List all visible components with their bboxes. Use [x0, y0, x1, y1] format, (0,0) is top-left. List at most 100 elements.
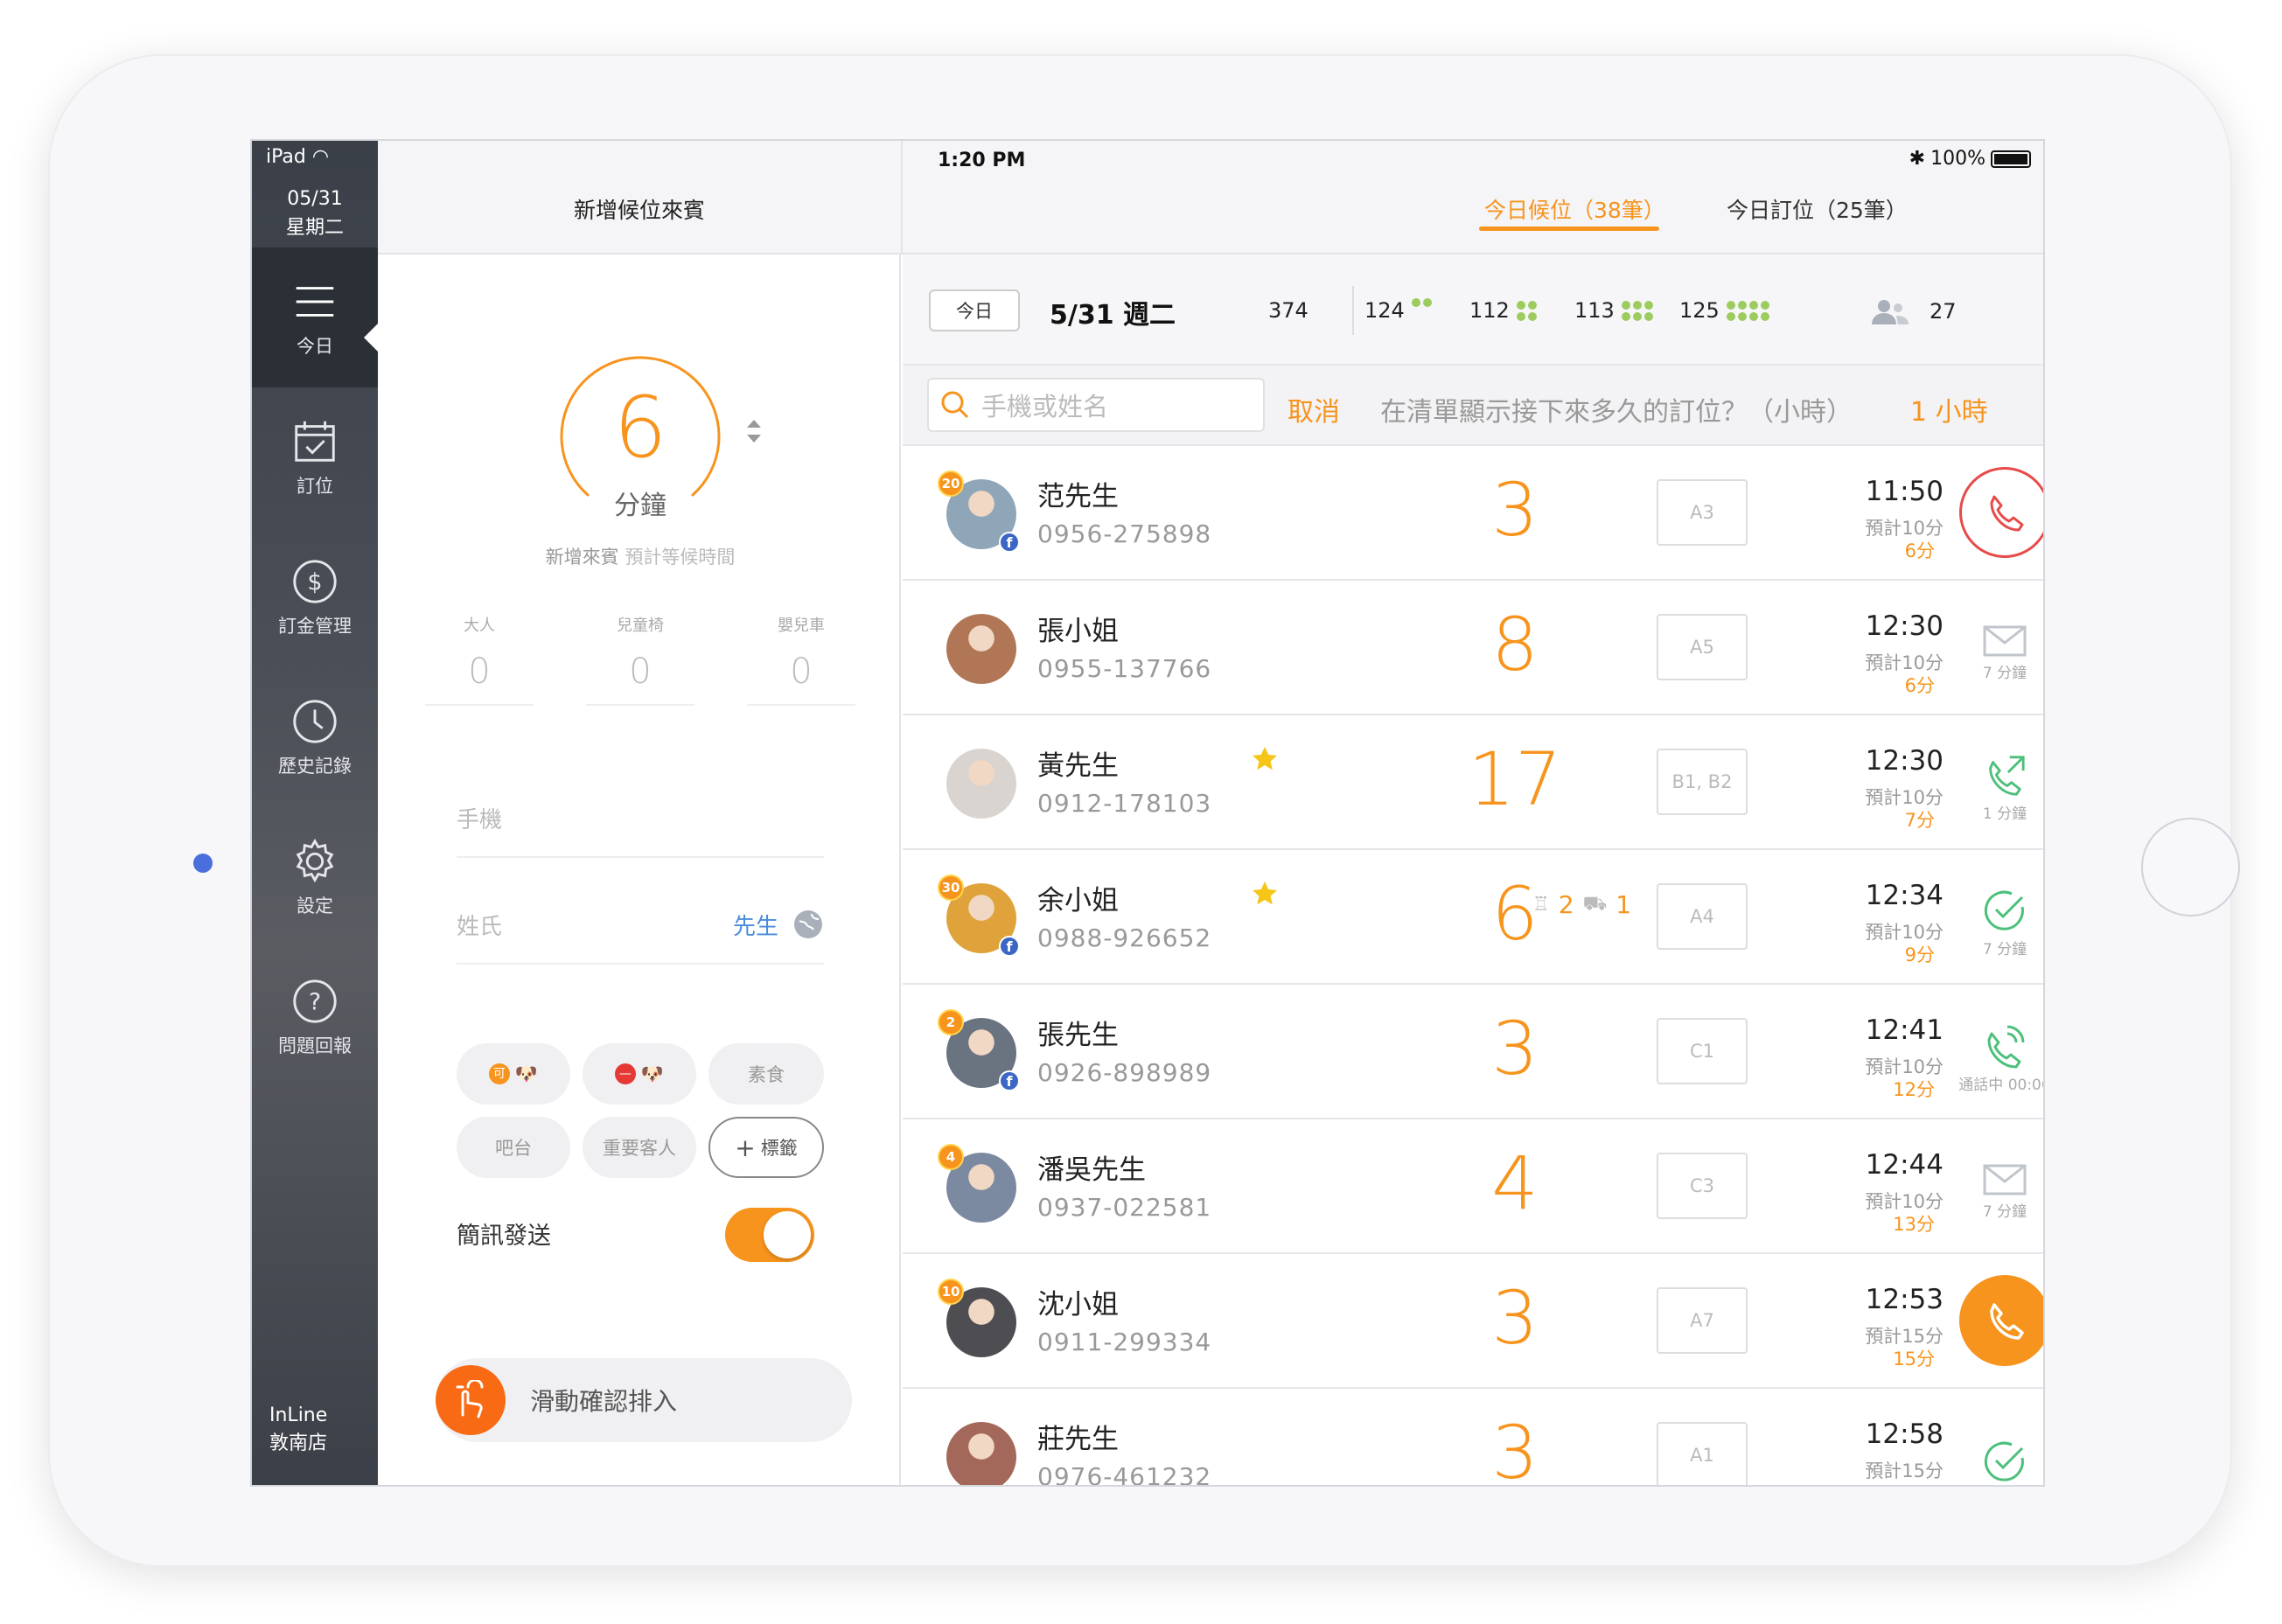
brand-name: InLine: [269, 1404, 328, 1426]
sidebar-item-label: 設定: [297, 896, 333, 917]
table-row[interactable]: 黃先生 0912-178103 17 B1, B2 12:30 預計10分 7分 1 分鐘: [903, 715, 2043, 850]
counter-value[interactable]: 0: [586, 652, 694, 706]
sidebar-item-reservation[interactable]: 訂位: [252, 387, 378, 527]
check-action-button[interactable]: [1957, 1413, 2043, 1485]
table-assignment[interactable]: C1: [1657, 1018, 1748, 1084]
facebook-icon: f: [999, 1070, 1020, 1091]
mail-action-button[interactable]: 7 分鐘: [1957, 605, 2043, 701]
phone-icon: [1990, 1303, 2024, 1340]
table-row[interactable]: 30 f 余小姐 0988-926652 6 ♖ 2 ⛟ 1 A4 12:34 預計10分 9分 7 分鐘: [903, 850, 2043, 985]
hand-swipe-icon: [456, 1380, 484, 1418]
mail-action-button[interactable]: 7 分鐘: [1957, 1144, 2043, 1240]
dog-icon: 🐶: [514, 1063, 539, 1084]
check-action-button[interactable]: 7 分鐘: [1957, 875, 2043, 971]
table-assignment[interactable]: A7: [1657, 1287, 1748, 1354]
sidebar-item-deposit[interactable]: $ 訂金管理: [252, 527, 378, 667]
party-size: 17: [1468, 736, 1562, 822]
table-row[interactable]: 張小姐 0955-137766 8 A5 12:30 預計10分 6分 7 分鐘: [903, 581, 2043, 715]
fill-action-button[interactable]: [1959, 1275, 2043, 1366]
home-button[interactable]: [2141, 818, 2240, 917]
table-row[interactable]: 20 f 范先生 0956-275898 3 A3 11:50 預計10分 6分: [903, 446, 2043, 581]
slide-to-confirm[interactable]: 滑動確認排入: [436, 1358, 852, 1442]
estimated-wait: 預計15分: [1865, 1460, 1944, 1481]
high-chair-icon: ♖: [1532, 894, 1550, 916]
dog-icon: 🐶: [640, 1063, 665, 1084]
stepper-arrows-icon[interactable]: [743, 414, 764, 449]
adult-counter[interactable]: 大人 0: [425, 613, 534, 706]
sidebar-item-settings[interactable]: 設定: [252, 807, 378, 947]
counter-value[interactable]: 0: [747, 652, 855, 706]
arrival-time: 12:53: [1865, 1284, 1944, 1315]
title-selector[interactable]: 先生: [733, 909, 778, 941]
sidebar-item-history[interactable]: 歷史記錄: [252, 667, 378, 807]
table-assignment[interactable]: A1: [1657, 1422, 1748, 1485]
stat-value: 27: [1930, 299, 1957, 324]
calling-icon: [1987, 1025, 2025, 1068]
stat-8-person: 125: [1679, 298, 1769, 323]
action-status: 7 分鐘: [1982, 664, 2027, 682]
divider: [1352, 286, 1354, 335]
tag-bar[interactable]: 吧台: [457, 1117, 570, 1178]
arrival-time: 12:58: [1865, 1418, 1944, 1450]
child-chair-counter[interactable]: 兒童椅 0: [586, 613, 694, 706]
slide-handle[interactable]: [436, 1365, 506, 1435]
arrival-time: 12:44: [1865, 1149, 1944, 1181]
guest-phone: 0912-178103: [1037, 789, 1212, 818]
waited-time: 9分: [1904, 944, 1935, 965]
guest-name: 余小姐: [1037, 885, 1119, 917]
current-date: 5/31 週二: [1050, 300, 1176, 331]
tag-no-pet[interactable]: —⛔🐶🐶: [583, 1043, 696, 1105]
cancel-button[interactable]: 取消: [1288, 390, 1340, 429]
globe-icon[interactable]: [792, 909, 824, 940]
wifi-icon: ◠: [311, 146, 330, 168]
battery-icon: [1991, 150, 2031, 168]
tag-vegetarian[interactable]: 素食: [708, 1043, 824, 1105]
sidebar-item-label: 訂金管理: [278, 616, 352, 637]
calling-action-button[interactable]: 通話中 00:06: [1957, 1009, 2043, 1105]
ring-action-button[interactable]: [1959, 467, 2043, 558]
table-assignment[interactable]: A5: [1657, 614, 1748, 680]
dollar-icon: $: [293, 560, 337, 603]
table-assignment[interactable]: A4: [1657, 883, 1748, 950]
stat-value: 374: [1268, 298, 1308, 323]
sidebar-item-today[interactable]: 今日: [252, 247, 378, 387]
tab-waitlist[interactable]: 今日候位（38筆）: [1484, 193, 1665, 225]
table-assignment[interactable]: B1, B2: [1657, 749, 1748, 815]
table-row[interactable]: 2 f 張先生 0926-898989 3 C1 12:41 預計10分 12分 通話中 00:0…: [903, 985, 2043, 1119]
arrival-time: 12:30: [1865, 610, 1944, 642]
stroller-counter[interactable]: 嬰兒車 0: [747, 613, 855, 706]
store-info: InLine 敦南店: [269, 1402, 327, 1458]
surname-field[interactable]: 姓氏 先生: [457, 886, 824, 965]
guest-name: 莊先生: [1037, 1424, 1119, 1455]
stat-6-person: 113: [1574, 298, 1653, 323]
sidebar-date: 05/31 星期二: [252, 185, 378, 242]
stat-value: 112: [1469, 298, 1510, 323]
visit-count-badge: 4: [938, 1144, 964, 1170]
table-assignment[interactable]: C3: [1657, 1153, 1748, 1219]
sms-toggle[interactable]: [725, 1208, 814, 1262]
counter-value[interactable]: 0: [425, 652, 534, 706]
tab-reservations[interactable]: 今日訂位（25筆）: [1727, 193, 1908, 225]
guest-name: 沈小姐: [1037, 1289, 1119, 1321]
party-size: 3: [1491, 1006, 1539, 1091]
phone-field[interactable]: 手機: [457, 779, 824, 858]
today-button[interactable]: 今日: [929, 289, 1020, 331]
arrival-time: 12:41: [1865, 1014, 1944, 1046]
table-row[interactable]: 4 潘吳先生 0937-022581 4 C3 12:44 預計10分 13分 7 分鐘: [903, 1119, 2043, 1254]
tag-vip[interactable]: 重要客人: [583, 1117, 696, 1178]
stat-4-person: 112: [1469, 298, 1537, 323]
hint-sub: 預計等候時間: [625, 547, 736, 568]
phone-placeholder: 手機: [457, 806, 503, 833]
hours-selector[interactable]: 1 小時: [1910, 390, 1988, 429]
tag-pet-ok[interactable]: 可可🐶🐶: [457, 1043, 570, 1105]
table-row[interactable]: 莊先生 0976-461232 3 A1 12:58 預計15分: [903, 1389, 2043, 1485]
call-action-button[interactable]: 1 分鐘: [1957, 740, 2043, 836]
search-input[interactable]: 手機或姓名: [927, 378, 1265, 432]
counter-label: 大人: [464, 617, 495, 635]
table-row[interactable]: 10 沈小姐 0911-299334 3 A7 12:53 預計15分 15分: [903, 1254, 2043, 1389]
wait-time-hint: 新增來賓 預計等候時間: [378, 543, 903, 569]
sidebar-item-feedback[interactable]: ? 問題回報: [252, 947, 378, 1087]
add-tag-button[interactable]: + 標籤: [708, 1117, 824, 1178]
table-assignment[interactable]: A3: [1657, 479, 1748, 546]
guest-phone: 0988-926652: [1037, 924, 1212, 952]
